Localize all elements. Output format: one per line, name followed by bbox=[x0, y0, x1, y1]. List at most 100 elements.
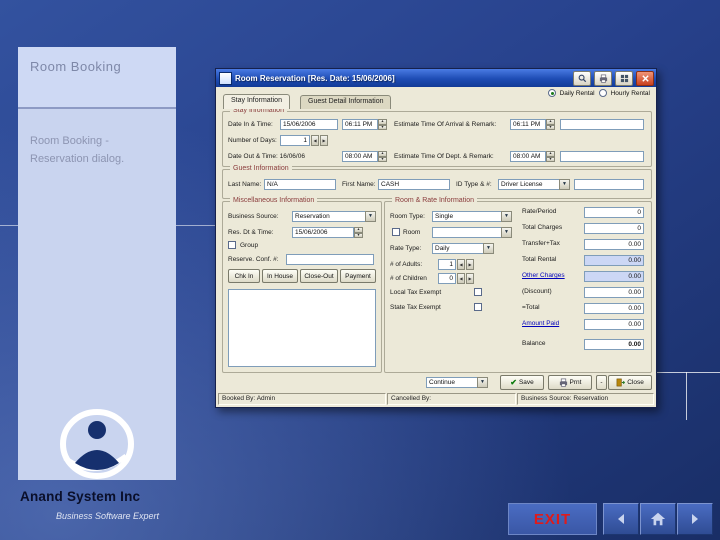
time-in-spinner[interactable]: ▲ ▼ bbox=[378, 119, 387, 130]
titlebar-search-button[interactable] bbox=[573, 70, 591, 86]
balance-field[interactable]: 0.00 bbox=[584, 339, 644, 350]
more-button[interactable]: - bbox=[596, 375, 607, 390]
company-name: Anand System Inc bbox=[20, 489, 141, 504]
window-titlebar[interactable]: Room Reservation [Res. Date: 15/06/2006] bbox=[216, 69, 656, 87]
door-icon bbox=[616, 378, 626, 387]
business-source-combo[interactable]: Reservation bbox=[292, 211, 376, 222]
window-icon bbox=[219, 71, 232, 85]
prev-icon bbox=[618, 514, 624, 524]
chevron-down-icon[interactable]: ▼ bbox=[483, 243, 494, 254]
in-house-button[interactable]: In House bbox=[262, 269, 298, 283]
chevron-down-icon[interactable]: ▼ bbox=[365, 211, 376, 222]
daily-rental-label: Daily Rental bbox=[559, 89, 595, 97]
date-in-field[interactable]: 15/06/2006 bbox=[280, 119, 338, 130]
search-icon bbox=[578, 74, 586, 82]
spin-down-icon[interactable]: ▼ bbox=[546, 124, 555, 130]
titlebar-grid-button[interactable] bbox=[615, 70, 633, 86]
spin-down-icon[interactable]: ▼ bbox=[546, 156, 555, 162]
remarks-textarea[interactable] bbox=[228, 289, 376, 367]
state-tax-exempt-checkbox[interactable] bbox=[474, 303, 482, 311]
nav-home-button[interactable] bbox=[640, 503, 676, 535]
close-button[interactable]: Close bbox=[608, 375, 652, 390]
other-charges-link[interactable]: Other Charges bbox=[522, 272, 565, 279]
children-increment-button[interactable]: ▶ bbox=[466, 273, 474, 284]
discount-label: (Discount) bbox=[522, 288, 552, 295]
time-in-field[interactable]: 06:11 PM bbox=[342, 119, 378, 130]
chevron-down-icon[interactable]: ▼ bbox=[477, 377, 488, 388]
children-decrement-button[interactable]: ◀ bbox=[457, 273, 465, 284]
slide-subtitle-line2: Reservation dialog. bbox=[30, 153, 125, 166]
amount-paid-field[interactable]: 0.00 bbox=[584, 319, 644, 330]
rate-period-field[interactable]: 0 bbox=[584, 207, 644, 218]
local-tax-exempt-checkbox[interactable] bbox=[474, 288, 482, 296]
check-in-button[interactable]: Chk In bbox=[228, 269, 260, 283]
close-icon bbox=[641, 74, 649, 82]
local-tax-exempt-label: Local Tax Exempt bbox=[390, 289, 442, 296]
children-label: # of Children bbox=[390, 275, 427, 282]
chevron-down-icon[interactable]: ▼ bbox=[559, 179, 570, 190]
number-of-days-field[interactable]: 1 bbox=[280, 135, 310, 146]
days-decrement-button[interactable]: ◀ bbox=[311, 135, 319, 146]
adults-decrement-button[interactable]: ◀ bbox=[457, 259, 465, 270]
print-button[interactable]: Prnt bbox=[548, 375, 592, 390]
print-button-label: Prnt bbox=[569, 379, 582, 386]
slide-title-box: Room Booking bbox=[18, 47, 176, 109]
nav-previous-button[interactable] bbox=[603, 503, 639, 535]
decor-bracket-vertical bbox=[686, 372, 687, 420]
transfer-tax-field[interactable]: 0.00 bbox=[584, 239, 644, 250]
daily-rental-radio[interactable] bbox=[547, 89, 556, 97]
spin-down-icon[interactable]: ▼ bbox=[378, 124, 387, 130]
titlebar-print-button[interactable] bbox=[594, 70, 612, 86]
time-out-spinner[interactable]: ▲ ▼ bbox=[378, 151, 387, 162]
rental-type-radios: Daily Rental Hourly Rental bbox=[547, 89, 650, 97]
last-name-field[interactable]: N/A bbox=[264, 179, 336, 190]
room-reservation-window: Room Reservation [Res. Date: 15/06/2006]… bbox=[215, 68, 657, 408]
etd-time-field[interactable]: 08:00 AM bbox=[510, 151, 546, 162]
logo-icon bbox=[60, 409, 134, 479]
time-out-field[interactable]: 08:00 AM bbox=[342, 151, 378, 162]
state-tax-exempt-label: State Tax Exempt bbox=[390, 304, 441, 311]
chevron-down-icon[interactable]: ▼ bbox=[501, 211, 512, 222]
id-number-field[interactable] bbox=[574, 179, 644, 190]
adults-field[interactable]: 1 bbox=[438, 259, 456, 270]
spin-down-icon[interactable]: ▼ bbox=[378, 156, 387, 162]
eta-time-spinner[interactable]: ▲ ▼ bbox=[546, 119, 555, 130]
room-type-combo[interactable]: Single bbox=[432, 211, 512, 222]
etd-time-spinner[interactable]: ▲ ▼ bbox=[546, 151, 555, 162]
total-rental-field[interactable]: 0.00 bbox=[584, 255, 644, 266]
children-field[interactable]: 0 bbox=[438, 273, 456, 284]
eta-time-field[interactable]: 06:11 PM bbox=[510, 119, 546, 130]
save-check-icon: ✔ bbox=[510, 378, 517, 387]
company-logo bbox=[56, 406, 138, 484]
close-out-button[interactable]: Close-Out bbox=[300, 269, 338, 283]
discount-field[interactable]: 0.00 bbox=[584, 287, 644, 298]
etd-remark-field[interactable] bbox=[560, 151, 644, 162]
chevron-down-icon[interactable]: ▼ bbox=[501, 227, 512, 238]
eta-remark-field[interactable] bbox=[560, 119, 644, 130]
other-charges-field[interactable]: 0.00 bbox=[584, 271, 644, 282]
last-name-label: Last Name: bbox=[228, 181, 262, 188]
room-checkbox[interactable] bbox=[392, 228, 400, 236]
reserve-conf-field[interactable] bbox=[286, 254, 374, 265]
total-charges-field[interactable]: 0 bbox=[584, 223, 644, 234]
tab-guest-detail-information[interactable]: Guest Detail Information bbox=[300, 95, 392, 109]
save-button[interactable]: ✔ Save bbox=[500, 375, 544, 390]
spin-down-icon[interactable]: ▼ bbox=[354, 232, 363, 238]
group-checkbox[interactable] bbox=[228, 241, 236, 249]
hourly-rental-radio[interactable] bbox=[598, 89, 607, 97]
total-field[interactable]: 0.00 bbox=[584, 303, 644, 314]
nav-next-button[interactable] bbox=[677, 503, 713, 535]
payment-button[interactable]: Payment bbox=[340, 269, 376, 283]
amount-paid-link[interactable]: Amount Paid bbox=[522, 320, 559, 327]
next-icon bbox=[692, 514, 698, 524]
adults-increment-button[interactable]: ▶ bbox=[466, 259, 474, 270]
titlebar-close-button[interactable] bbox=[636, 70, 654, 86]
days-increment-button[interactable]: ▶ bbox=[320, 135, 328, 146]
tab-stay-information[interactable]: Stay Information bbox=[223, 94, 290, 109]
first-name-field[interactable]: CASH bbox=[378, 179, 450, 190]
exit-button[interactable]: EXIT bbox=[508, 503, 597, 535]
res-date-spinner[interactable]: ▲ ▼ bbox=[354, 227, 363, 238]
slide-title: Room Booking bbox=[30, 59, 122, 74]
res-date-field[interactable]: 15/06/2006 bbox=[292, 227, 354, 238]
room-combo[interactable] bbox=[432, 227, 512, 238]
